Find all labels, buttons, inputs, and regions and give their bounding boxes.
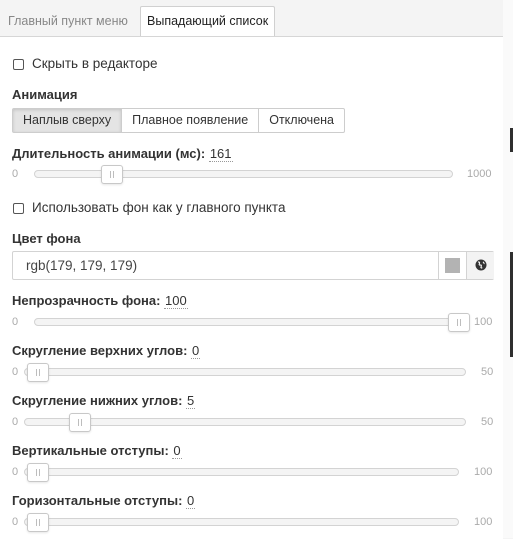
top-radius-slider-track[interactable] [24, 363, 466, 382]
globe-icon [475, 259, 487, 271]
duration-label: Длительность анимации (мс) [12, 146, 201, 161]
window-edge [503, 0, 513, 538]
bottom-radius-slider-handle[interactable] [68, 413, 91, 432]
bottom-radius-label: Скругление нижних углов [12, 393, 179, 408]
settings-panel: Скрыть в редакторе Анимация Наплыв сверх… [0, 36, 503, 539]
horizontal-padding-label-row: Горизонтальные отступы: 0 [12, 493, 196, 509]
horizontal-padding-value[interactable]: 0 [186, 493, 196, 509]
bg-opacity-slider-track[interactable] [34, 313, 470, 332]
vertical-padding-slider-handle[interactable] [27, 463, 49, 482]
bottom-radius-label-row: Скругление нижних углов: 5 [12, 393, 196, 409]
vertical-padding-max: 100 [474, 466, 493, 478]
top-radius-label: Скругление верхних углов [12, 343, 184, 358]
bottom-radius-min: 0 [12, 416, 19, 428]
horizontal-padding-max: 100 [474, 516, 493, 528]
animation-selector: Наплыв сверху Плавное появление Отключен… [12, 108, 346, 133]
bg-opacity-label-row: Непрозрачность фона: 100 [12, 293, 188, 309]
bg-color-field[interactable]: rgb(179, 179, 179) [12, 251, 494, 280]
bg-opacity-max: 100 [474, 316, 493, 328]
top-radius-min: 0 [12, 366, 19, 378]
animation-heading: Анимация [12, 87, 78, 102]
horizontal-padding-min: 0 [12, 516, 19, 528]
vertical-padding-label: Вертикальные отступы [12, 443, 165, 458]
animation-fade-in-button[interactable]: Плавное появление [121, 108, 260, 133]
vertical-padding-slider-track[interactable] [24, 463, 459, 482]
bg-color-input[interactable]: rgb(179, 179, 179) [26, 258, 137, 273]
tab-main-item[interactable]: Главный пункт меню [2, 7, 134, 36]
duration-slider-handle[interactable] [100, 165, 123, 184]
vertical-padding-value[interactable]: 0 [172, 443, 182, 459]
color-swatch [445, 258, 460, 273]
top-radius-value[interactable]: 0 [191, 343, 201, 359]
vertical-padding-label-row: Вертикальные отступы: 0 [12, 443, 182, 459]
horizontal-padding-slider-track[interactable] [24, 513, 459, 532]
bg-color-heading: Цвет фона [12, 231, 81, 246]
top-radius-slider-handle[interactable] [27, 363, 49, 382]
animation-off-button[interactable]: Отключена [258, 108, 346, 133]
animation-slide-down-button[interactable]: Наплыв сверху [12, 108, 123, 133]
hide-in-editor-label: Скрыть в редакторе [32, 56, 158, 71]
top-radius-max: 50 [481, 366, 494, 378]
duration-max: 1000 [467, 168, 492, 180]
vertical-padding-min: 0 [12, 466, 19, 478]
tab-dropdown[interactable]: Выпадающий список [140, 6, 276, 37]
bg-opacity-min: 0 [12, 316, 19, 328]
duration-min: 0 [12, 168, 19, 180]
use-main-bg-label: Использовать фон как у главного пункта [32, 200, 286, 215]
use-main-bg-checkbox[interactable] [13, 203, 24, 214]
bottom-radius-value[interactable]: 5 [186, 393, 196, 409]
duration-value[interactable]: 161 [208, 146, 233, 162]
bg-opacity-slider-handle[interactable] [448, 313, 470, 332]
duration-slider-track[interactable] [34, 165, 453, 184]
horizontal-padding-label: Горизонтальные отступы [12, 493, 179, 508]
hide-in-editor-checkbox[interactable] [13, 59, 24, 70]
bg-opacity-value[interactable]: 100 [164, 293, 188, 309]
top-radius-label-row: Скругление верхних углов: 0 [12, 343, 201, 359]
bg-opacity-label: Непрозрачность фона [12, 293, 157, 308]
tab-bar: Главный пункт меню Выпадающий список [0, 0, 503, 37]
duration-label-row: Длительность анимации (мс): 161 [12, 146, 233, 162]
horizontal-padding-slider-handle[interactable] [27, 513, 49, 532]
color-swatch-button[interactable] [438, 252, 466, 279]
global-color-button[interactable] [466, 252, 494, 279]
bottom-radius-slider-track[interactable] [24, 413, 466, 432]
bottom-radius-max: 50 [481, 416, 494, 428]
